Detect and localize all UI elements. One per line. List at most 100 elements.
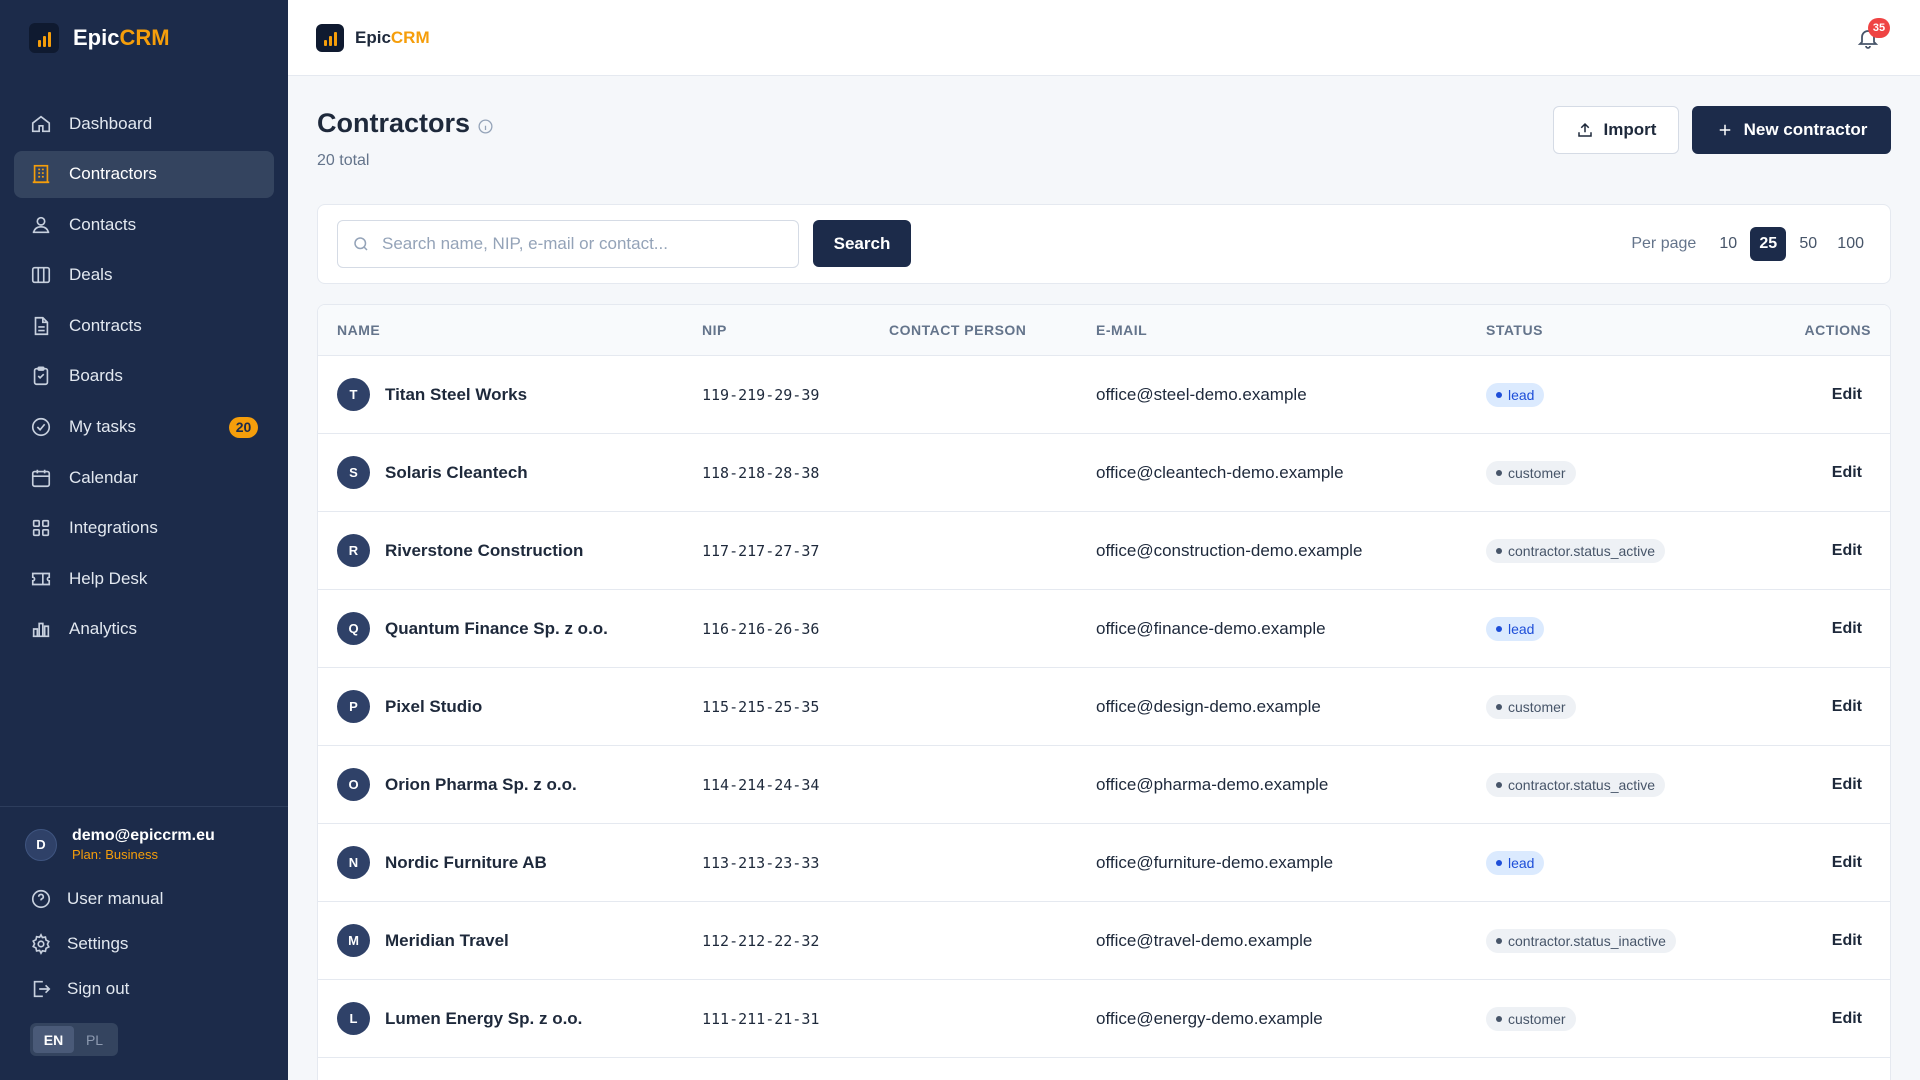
search-button[interactable]: Search	[813, 220, 911, 267]
sidebar-item-my-tasks[interactable]: My tasks 20	[14, 404, 274, 451]
sidebar-item-integrations[interactable]: Integrations	[14, 505, 274, 552]
contacts-icon	[32, 216, 50, 233]
sidebar-item-label: Deals	[69, 265, 113, 285]
edit-button[interactable]: Edit	[1832, 902, 1862, 979]
per-page-option-10[interactable]: 10	[1710, 227, 1746, 261]
per-page-option-50[interactable]: 50	[1790, 227, 1826, 261]
name-cell: O Orion Pharma Sp. z o.o.	[337, 746, 577, 823]
sign-out-link[interactable]: Sign out	[0, 966, 288, 1011]
column-header-nip[interactable]: NIP	[702, 305, 727, 355]
sidebar-item-analytics[interactable]: Analytics	[14, 606, 274, 653]
table-body: T Titan Steel Works 119-219-29-39 office@st…	[318, 356, 1890, 1058]
contractor-name-link[interactable]: Lumen Energy Sp. z o.o.	[385, 1009, 582, 1029]
page-title: Contractors	[317, 108, 471, 138]
check-circle-icon	[31, 417, 51, 437]
sidebar-item-boards[interactable]: Boards	[14, 353, 274, 400]
import-button[interactable]: Import	[1553, 106, 1679, 154]
sidebar-item-contractors[interactable]: Contractors	[14, 150, 274, 198]
notifications-button[interactable]: 35	[1856, 18, 1890, 50]
email-cell: office@construction-demo.example	[1096, 540, 1363, 560]
contractor-name-link[interactable]: Titan Steel Works	[385, 385, 527, 405]
table-row[interactable]: P Pixel Studio 115-215-25-35 office@design-…	[318, 668, 1890, 746]
table-row[interactable]: S Solaris Cleantech 118-218-28-38 office@cl…	[318, 434, 1890, 512]
column-header-name[interactable]: NAME	[337, 305, 380, 355]
contractor-name-link[interactable]: Pixel Studio	[385, 697, 482, 717]
table-row[interactable]: L Lumen Energy Sp. z o.o. 111-211-21-31 off…	[318, 980, 1890, 1058]
table-row[interactable]: Q Quantum Finance Sp. z o.o. 116-216-26-36…	[318, 590, 1890, 668]
sidebar-item-dashboard[interactable]: Dashboard	[14, 100, 274, 147]
topbar-brand-name[interactable]: EpicCRM	[355, 28, 430, 48]
name-cell: M Meridian Travel	[337, 902, 509, 979]
sidebar-item-label: Analytics	[69, 619, 138, 639]
sidebar-item-label: Integrations	[69, 518, 158, 538]
contractor-name-link[interactable]: Meridian Travel	[385, 931, 509, 951]
edit-button[interactable]: Edit	[1832, 512, 1862, 589]
edit-button[interactable]: Edit	[1832, 668, 1862, 745]
edit-button[interactable]: Edit	[1832, 824, 1862, 901]
edit-button[interactable]: Edit	[1832, 746, 1862, 823]
column-header-actions: ACTIONS	[1804, 322, 1871, 338]
logo-icon	[29, 23, 59, 53]
upload-icon	[1577, 122, 1592, 137]
status-badge: contractor.status_active	[1486, 772, 1666, 797]
name-cell: L Lumen Energy Sp. z o.o.	[337, 980, 582, 1057]
contractor-name-link[interactable]: Orion Pharma Sp. z o.o.	[385, 775, 577, 795]
table-row[interactable]: N Nordic Furniture AB 113-213-23-33 office@…	[318, 824, 1890, 902]
contractor-name-link[interactable]: Riverstone Construction	[385, 541, 583, 561]
search-input[interactable]	[382, 234, 792, 254]
info-icon[interactable]	[477, 118, 494, 135]
sidebar-nav: Dashboard Contractors Contacts Deals Con…	[0, 100, 288, 653]
columns-icon	[31, 267, 51, 284]
sidebar-brand[interactable]: EpicCRM	[0, 0, 288, 76]
sidebar-item-deals[interactable]: Deals	[14, 252, 274, 299]
sidebar-item-help-desk[interactable]: Help Desk	[14, 555, 274, 602]
edit-button[interactable]: Edit	[1832, 356, 1862, 433]
sidebar-item-contacts[interactable]: Contacts	[14, 201, 274, 248]
status-cell: contractor.status_active	[1486, 512, 1666, 589]
calendar-icon	[31, 469, 51, 487]
sign-out-label: Sign out	[67, 978, 130, 998]
search-field[interactable]	[337, 220, 799, 268]
status-badge: contractor.status_inactive	[1486, 928, 1676, 953]
name-cell: T Titan Steel Works	[337, 356, 527, 433]
table-row[interactable]: T Titan Steel Works 119-219-29-39 office@st…	[318, 356, 1890, 434]
avatar: O	[337, 768, 370, 801]
home-icon	[31, 115, 51, 132]
sidebar-item-label: Dashboard	[69, 113, 153, 133]
user-manual-label: User manual	[67, 888, 164, 908]
edit-button[interactable]: Edit	[1832, 434, 1862, 511]
user-profile[interactable]: D demo@epiccrm.eu Plan: Business	[0, 827, 288, 862]
name-cell: P Pixel Studio	[337, 668, 482, 745]
user-manual-link[interactable]: User manual	[0, 876, 288, 921]
column-header-email[interactable]: E-MAIL	[1096, 305, 1147, 355]
nip-cell: 113-213-23-33	[702, 853, 820, 872]
contractor-name-link[interactable]: Quantum Finance Sp. z o.o.	[385, 619, 608, 639]
table-row[interactable]: O Orion Pharma Sp. z o.o. 114-214-24-34 off…	[318, 746, 1890, 824]
user-email: demo@epiccrm.eu	[72, 827, 215, 844]
contractor-name-link[interactable]: Solaris Cleantech	[385, 463, 528, 483]
sidebar-item-label: My tasks	[69, 417, 137, 437]
per-page-option-25[interactable]: 25	[1750, 227, 1787, 261]
avatar: M	[337, 924, 370, 957]
edit-button[interactable]: Edit	[1832, 980, 1862, 1057]
status-cell: contractor.status_active	[1486, 746, 1666, 823]
per-page-option-100[interactable]: 100	[1830, 227, 1871, 261]
column-header-status[interactable]: STATUS	[1486, 305, 1543, 355]
table-row[interactable]: R Riverstone Construction 117-217-27-37 off…	[318, 512, 1890, 590]
new-contractor-button[interactable]: New contractor	[1692, 106, 1891, 154]
table-row[interactable]: M Meridian Travel 112-212-22-32 office@trav…	[318, 902, 1890, 980]
nip-cell: 117-217-27-37	[702, 541, 820, 560]
sidebar-item-calendar[interactable]: Calendar	[14, 454, 274, 501]
contractors-table: NAME NIP CONTACT PERSON E-MAIL STATUS AC…	[317, 304, 1891, 1080]
column-header-contact[interactable]: CONTACT PERSON	[889, 305, 1026, 355]
ticket-icon	[31, 572, 51, 586]
edit-button[interactable]: Edit	[1832, 590, 1862, 667]
lang-en-option[interactable]: EN	[33, 1026, 74, 1053]
sidebar-item-label: Boards	[69, 366, 123, 386]
lang-pl-option[interactable]: PL	[74, 1026, 115, 1053]
sidebar-item-contracts[interactable]: Contracts	[14, 302, 274, 349]
logo-icon[interactable]	[316, 23, 344, 52]
per-page-selector: Per page 10 25 50 100	[1631, 227, 1871, 261]
settings-link[interactable]: Settings	[0, 921, 288, 966]
contractor-name-link[interactable]: Nordic Furniture AB	[385, 853, 547, 873]
